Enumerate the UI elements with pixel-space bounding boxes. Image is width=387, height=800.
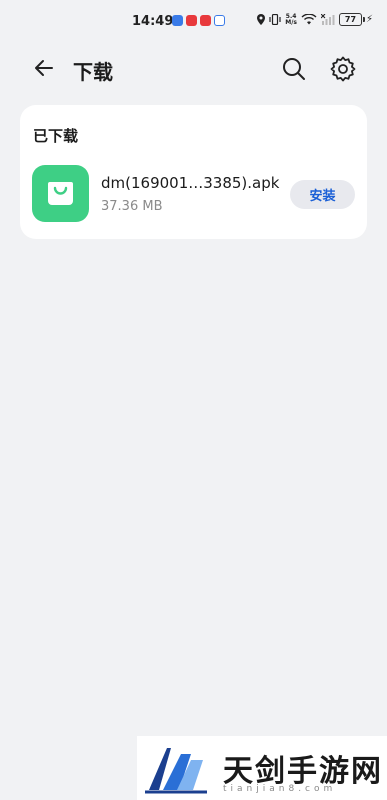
- notification-icons: [172, 15, 225, 26]
- signal-icon: [320, 14, 335, 25]
- network-speed-unit: M/s: [285, 18, 297, 26]
- notification-app-icon: [214, 15, 225, 26]
- watermark: 天剑手游网 tianjian8.com: [137, 736, 387, 800]
- location-icon: [257, 14, 266, 25]
- apk-app-icon[interactable]: [32, 165, 89, 222]
- section-title-downloaded: 已下载: [33, 127, 79, 145]
- search-icon[interactable]: [280, 55, 308, 83]
- vibrate-icon: [269, 14, 281, 25]
- status-indicators: 5.4 M/s 77 ⚡: [257, 13, 373, 26]
- wifi-icon: [301, 14, 317, 25]
- page-title: 下载: [73, 60, 113, 84]
- battery-indicator: 77: [338, 13, 365, 26]
- notification-app-icon: [186, 15, 197, 26]
- watermark-subtitle: tianjian8.com: [223, 784, 337, 794]
- install-button[interactable]: 安装: [290, 180, 355, 209]
- notification-app-icon: [200, 15, 211, 26]
- notification-app-icon: [172, 15, 183, 26]
- back-arrow-icon[interactable]: [30, 54, 58, 82]
- file-size: 37.36 MB: [101, 199, 163, 214]
- settings-gear-icon[interactable]: [328, 54, 358, 84]
- network-speed: 5.4 M/s: [285, 13, 297, 26]
- shopping-bag-icon: [48, 182, 73, 205]
- battery-level: 77: [344, 15, 357, 24]
- charging-icon: ⚡: [365, 14, 373, 25]
- status-bar: 14:49 5.4 M/s 77 ⚡: [0, 0, 387, 44]
- watermark-logo-icon: [145, 748, 207, 794]
- status-time: 14:49: [132, 14, 174, 29]
- download-screen: 14:49 5.4 M/s 77 ⚡ 下载 已下载 dm(169001…3385…: [0, 0, 387, 800]
- downloaded-card: 已下载 dm(169001…3385).apk 37.36 MB 安装: [20, 105, 367, 239]
- file-name: dm(169001…3385).apk: [101, 174, 280, 192]
